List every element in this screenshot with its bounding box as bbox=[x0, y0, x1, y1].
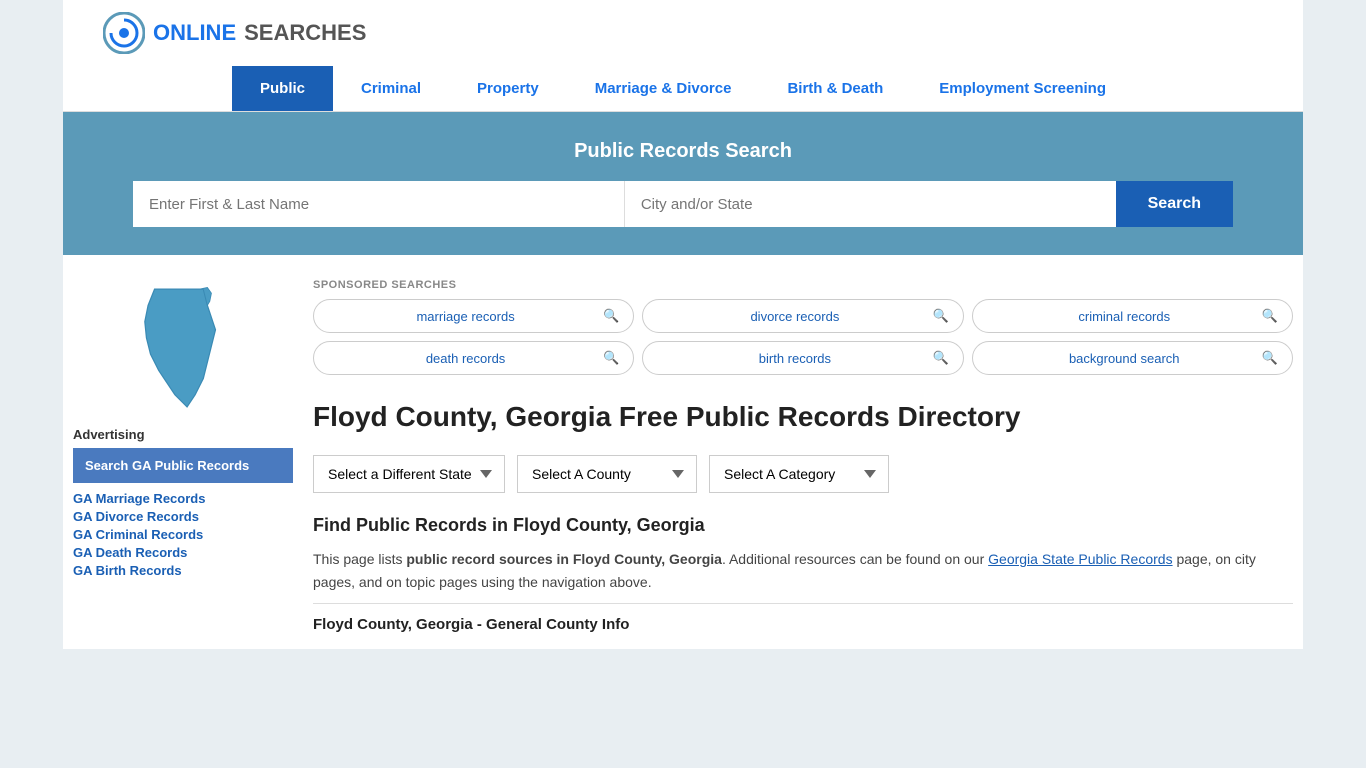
logo-icon bbox=[103, 12, 145, 54]
dropdown-row: Select a Different State Select A County… bbox=[313, 455, 1293, 493]
search-button[interactable]: Search bbox=[1116, 181, 1233, 227]
sidebar-link-marriage[interactable]: GA Marriage Records bbox=[73, 491, 293, 506]
sponsored-label: SPONSORED SEARCHES bbox=[313, 279, 1293, 291]
header: ONLINE SEARCHES bbox=[63, 0, 1303, 66]
county-dropdown[interactable]: Select A County bbox=[517, 455, 697, 493]
find-text-1: This page lists bbox=[313, 551, 406, 567]
search-banner: Public Records Search Search bbox=[63, 112, 1303, 255]
search-icon-background: 🔍 bbox=[1262, 350, 1278, 366]
sponsored-death[interactable]: death records 🔍 bbox=[313, 341, 634, 375]
nav-item-property[interactable]: Property bbox=[449, 66, 567, 111]
find-records-text: This page lists public record sources in… bbox=[313, 548, 1293, 593]
georgia-state-link[interactable]: Georgia State Public Records bbox=[988, 551, 1172, 567]
sponsored-marriage[interactable]: marriage records 🔍 bbox=[313, 299, 634, 333]
sponsored-text-death: death records bbox=[328, 351, 603, 366]
find-text-bold: public record sources in Floyd County, G… bbox=[406, 551, 722, 567]
name-input[interactable] bbox=[133, 181, 625, 227]
nav-item-criminal[interactable]: Criminal bbox=[333, 66, 449, 111]
search-icon-death: 🔍 bbox=[603, 350, 619, 366]
find-text-2: . Additional resources can be found on o… bbox=[722, 551, 988, 567]
search-icon-divorce: 🔍 bbox=[932, 308, 948, 324]
search-banner-title: Public Records Search bbox=[103, 140, 1263, 163]
logo-text-searches: SEARCHES bbox=[244, 20, 366, 46]
sidebar-link-divorce[interactable]: GA Divorce Records bbox=[73, 509, 293, 524]
search-form: Search bbox=[133, 181, 1233, 227]
nav-item-employment[interactable]: Employment Screening bbox=[911, 66, 1134, 111]
sponsored-text-background: background search bbox=[987, 351, 1262, 366]
state-dropdown[interactable]: Select a Different State bbox=[313, 455, 505, 493]
main-content: Advertising Search GA Public Records GA … bbox=[63, 255, 1303, 649]
sponsored-text-marriage: marriage records bbox=[328, 309, 603, 324]
sponsored-text-divorce: divorce records bbox=[657, 309, 932, 324]
nav-item-marriage-divorce[interactable]: Marriage & Divorce bbox=[567, 66, 760, 111]
search-icon-criminal: 🔍 bbox=[1262, 308, 1278, 324]
general-info-title: Floyd County, Georgia - General County I… bbox=[313, 603, 1293, 633]
georgia-map bbox=[118, 281, 248, 411]
sponsored-criminal[interactable]: criminal records 🔍 bbox=[972, 299, 1293, 333]
main-nav: Public Criminal Property Marriage & Divo… bbox=[63, 66, 1303, 112]
advertising-label: Advertising bbox=[73, 427, 293, 442]
find-records-title: Find Public Records in Floyd County, Geo… bbox=[313, 515, 1293, 536]
content-area: SPONSORED SEARCHES marriage records 🔍 di… bbox=[313, 271, 1293, 633]
nav-item-public[interactable]: Public bbox=[232, 66, 333, 111]
sponsored-text-birth: birth records bbox=[657, 351, 932, 366]
sidebar-ad-box[interactable]: Search GA Public Records bbox=[73, 448, 293, 483]
nav-item-birth-death[interactable]: Birth & Death bbox=[759, 66, 911, 111]
search-icon-marriage: 🔍 bbox=[603, 308, 619, 324]
sidebar-link-death[interactable]: GA Death Records bbox=[73, 545, 293, 560]
logo: ONLINE SEARCHES bbox=[103, 12, 366, 54]
sponsored-divorce[interactable]: divorce records 🔍 bbox=[642, 299, 963, 333]
logo-text-online: ONLINE bbox=[153, 20, 236, 46]
sidebar-link-criminal[interactable]: GA Criminal Records bbox=[73, 527, 293, 542]
sponsored-background[interactable]: background search 🔍 bbox=[972, 341, 1293, 375]
sponsored-birth[interactable]: birth records 🔍 bbox=[642, 341, 963, 375]
sidebar: Advertising Search GA Public Records GA … bbox=[73, 271, 293, 633]
sidebar-link-birth[interactable]: GA Birth Records bbox=[73, 563, 293, 578]
category-dropdown[interactable]: Select A Category bbox=[709, 455, 889, 493]
sponsored-section: SPONSORED SEARCHES marriage records 🔍 di… bbox=[313, 271, 1293, 383]
page-title: Floyd County, Georgia Free Public Record… bbox=[313, 399, 1293, 435]
sponsored-text-criminal: criminal records bbox=[987, 309, 1262, 324]
sponsored-grid: marriage records 🔍 divorce records 🔍 cri… bbox=[313, 299, 1293, 375]
search-icon-birth: 🔍 bbox=[932, 350, 948, 366]
location-input[interactable] bbox=[625, 181, 1116, 227]
